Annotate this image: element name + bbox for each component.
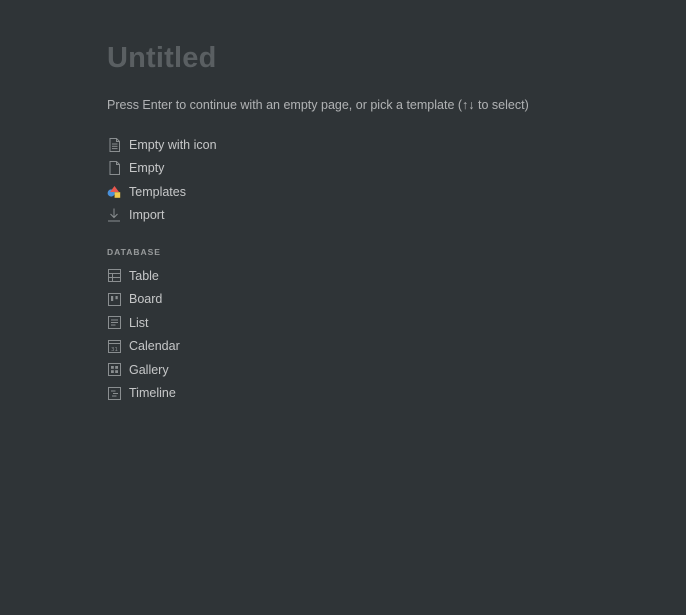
download-arrow-icon (107, 208, 121, 222)
database-option-board[interactable]: Board (107, 288, 407, 312)
database-option-label: Calendar (129, 339, 180, 354)
option-empty[interactable]: Empty (107, 157, 407, 181)
option-empty-with-icon[interactable]: Empty with icon (107, 133, 407, 157)
option-label: Empty with icon (129, 137, 217, 152)
option-import[interactable]: Import (107, 204, 407, 228)
list-icon (107, 316, 121, 330)
document-blank-icon (107, 161, 121, 176)
board-icon (107, 292, 121, 306)
table-icon (107, 269, 121, 283)
template-hint: Press Enter to continue with an empty pa… (107, 98, 529, 112)
database-option-gallery[interactable]: Gallery (107, 358, 407, 382)
database-option-calendar[interactable]: 31 Calendar (107, 335, 407, 359)
option-label: Templates (129, 184, 186, 199)
database-option-label: Gallery (129, 362, 169, 377)
gallery-icon (107, 363, 121, 377)
timeline-icon (107, 386, 121, 400)
page-options-menu: Empty with icon Empty Templates Import (107, 133, 407, 227)
option-templates[interactable]: Templates (107, 180, 407, 204)
database-option-table[interactable]: Table (107, 264, 407, 288)
database-option-label: Table (129, 268, 159, 283)
option-label: Empty (129, 161, 165, 176)
document-lines-icon (107, 137, 121, 152)
page-title[interactable]: Untitled (107, 42, 217, 75)
templates-shapes-icon (107, 185, 121, 199)
database-option-timeline[interactable]: Timeline (107, 382, 407, 406)
database-option-label: Board (129, 292, 163, 307)
option-label: Import (129, 208, 165, 223)
calendar-icon: 31 (107, 339, 121, 353)
database-option-label: List (129, 315, 149, 330)
database-options-menu: Table Board List 31 Calendar Gallery Tim… (107, 264, 407, 405)
database-option-label: Timeline (129, 386, 176, 401)
database-section-header: DATABASE (107, 247, 161, 257)
svg-text:31: 31 (111, 347, 118, 353)
database-option-list[interactable]: List (107, 311, 407, 335)
